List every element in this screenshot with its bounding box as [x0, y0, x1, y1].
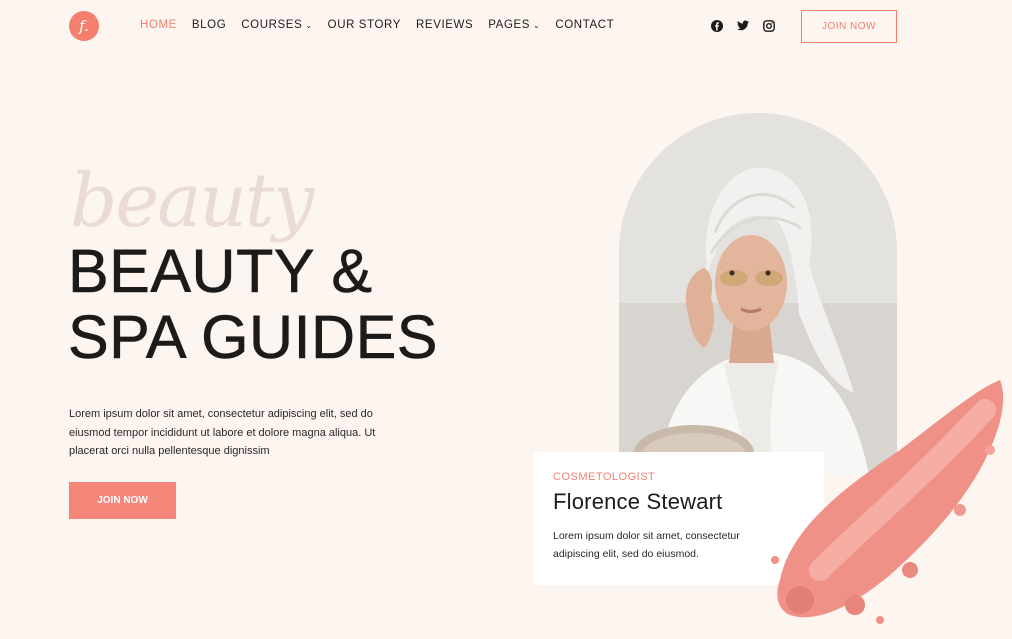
nav-item-courses[interactable]: COURSES ⌄: [241, 19, 312, 31]
nav-label: CONTACT: [555, 19, 615, 31]
twitter-icon[interactable]: [736, 19, 749, 32]
nav-item-home[interactable]: HOME: [140, 19, 177, 31]
main-nav: HOME BLOG COURSES ⌄ OUR STORY REVIEWS PAG…: [140, 19, 629, 31]
title-line-1: BEAUTY &: [68, 237, 373, 305]
chevron-down-icon: ⌄: [533, 20, 541, 30]
nav-item-pages[interactable]: PAGES ⌄: [488, 19, 540, 31]
instagram-icon[interactable]: [762, 19, 775, 32]
nav-item-contact[interactable]: CONTACT: [555, 19, 614, 31]
title-line-2: SPA GUIDES: [68, 303, 438, 371]
logo[interactable]: f.: [69, 11, 99, 41]
nav-label: HOME: [140, 19, 177, 31]
page-title: BEAUTY & SPA GUIDES: [68, 237, 438, 371]
blush-powder-decoration: [771, 380, 1004, 624]
nav-item-blog[interactable]: BLOG: [192, 19, 226, 31]
nav-label: COURSES: [241, 19, 303, 31]
nav-label: PAGES: [488, 19, 531, 31]
nav-label: BLOG: [191, 19, 227, 31]
profile-bio: Lorem ipsum dolor sit amet, consectetur …: [553, 530, 740, 560]
facebook-icon[interactable]: [710, 19, 723, 32]
site-header: f. HOME BLOG COURSES ⌄ OUR STORY REVIEWS …: [0, 0, 1012, 54]
nav-item-our-story[interactable]: OUR STORY: [328, 19, 401, 31]
nav-label: OUR STORY: [327, 19, 402, 31]
nav-label: REVIEWS: [416, 19, 474, 31]
nav-item-reviews[interactable]: REVIEWS: [416, 19, 473, 31]
script-word: beauty: [70, 158, 314, 244]
join-now-header-button[interactable]: JOIN NOW: [801, 10, 897, 43]
hero-intro: Lorem ipsum dolor sit amet, consectetur …: [69, 408, 376, 457]
social-links: [710, 19, 775, 32]
join-now-button[interactable]: JOIN NOW: [69, 482, 176, 519]
chevron-down-icon: ⌄: [305, 20, 313, 30]
